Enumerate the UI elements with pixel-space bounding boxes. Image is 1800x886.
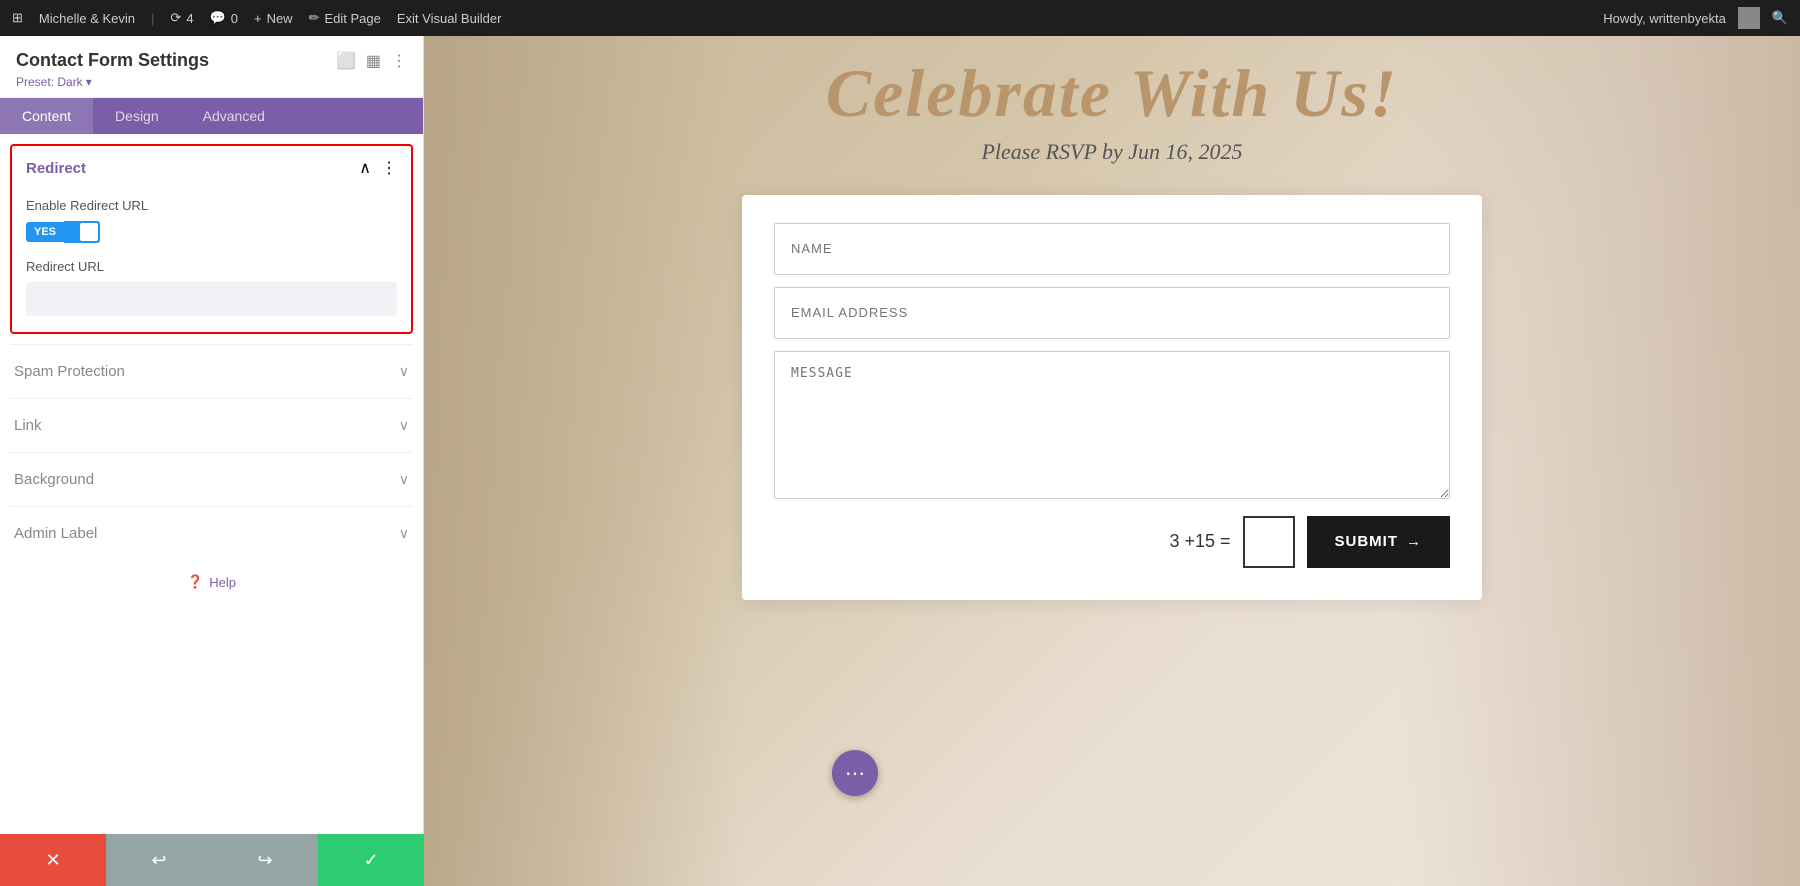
save-button[interactable]: ✓: [318, 834, 424, 886]
submit-arrow-icon: →: [1406, 533, 1422, 550]
enable-redirect-label: Enable Redirect URL: [26, 198, 397, 213]
revisions-count: 4: [186, 11, 193, 26]
help-section[interactable]: ❓ Help: [0, 560, 423, 604]
cancel-icon: ✕: [45, 850, 60, 871]
enable-redirect-toggle[interactable]: YES: [26, 221, 397, 243]
admin-label-title: Admin Label: [14, 525, 97, 542]
top-bar: ⊞ Michelle & Kevin | ⟳ 4 💬 0 + New ✏ Edi…: [0, 0, 1800, 36]
wp-icon[interactable]: ⊞: [12, 10, 23, 26]
preset-selector[interactable]: Preset: Dark ▾: [16, 75, 407, 89]
tab-content[interactable]: Content: [0, 98, 93, 134]
hero-subtitle: Please RSVP by Jun 16, 2025: [981, 139, 1242, 165]
page-preview: Celebrate With Us! Please RSVP by Jun 16…: [424, 36, 1800, 886]
comments-count: 0: [231, 11, 238, 26]
plus-icon: +: [254, 11, 262, 26]
redirect-url-label: Redirect URL: [26, 259, 397, 274]
revisions-item[interactable]: ⟳ 4: [170, 10, 193, 26]
background-title: Background: [14, 471, 94, 488]
help-circle-icon: ❓: [187, 574, 203, 590]
redirect-more-icon[interactable]: ⋮: [381, 158, 397, 178]
submit-button[interactable]: SUBMIT →: [1307, 516, 1451, 568]
message-field[interactable]: [774, 351, 1450, 499]
new-item[interactable]: + New: [254, 11, 293, 26]
comments-icon: 💬: [210, 10, 226, 26]
search-icon[interactable]: 🔍: [1772, 10, 1788, 26]
tab-design[interactable]: Design: [93, 98, 181, 134]
panel-content: Redirect ∧ ⋮ Enable Redirect URL YES Red…: [0, 134, 423, 886]
floating-action-button[interactable]: ⋯: [832, 750, 878, 796]
link-header[interactable]: Link ∨: [10, 399, 413, 452]
window-mode-icon[interactable]: ⬜: [336, 51, 356, 71]
spam-protection-title: Spam Protection: [14, 363, 125, 380]
site-name[interactable]: Michelle & Kevin: [39, 11, 135, 26]
comments-item[interactable]: 💬 0: [210, 10, 238, 26]
redo-icon: ↪: [257, 850, 272, 871]
submit-label: SUBMIT: [1335, 533, 1399, 550]
tab-advanced[interactable]: Advanced: [181, 98, 287, 134]
fab-icon: ⋯: [845, 761, 865, 786]
toggle-switch[interactable]: [64, 221, 100, 243]
admin-label-header[interactable]: Admin Label ∨: [10, 507, 413, 560]
preset-label: Preset: Dark: [16, 75, 83, 89]
redo-button[interactable]: ↪: [212, 834, 318, 886]
hero-title: Celebrate With Us!: [826, 56, 1399, 131]
redirect-section-header: Redirect ∧ ⋮: [12, 146, 411, 190]
redirect-collapse-icon[interactable]: ∧: [359, 158, 371, 178]
new-label: New: [267, 11, 293, 26]
edit-page-item[interactable]: ✏ Edit Page: [309, 10, 381, 26]
revisions-icon: ⟳: [170, 10, 181, 26]
left-panel: Contact Form Settings ⬜ ▦ ⋮ Preset: Dark…: [0, 36, 424, 886]
form-bottom-row: 3 +15 = SUBMIT →: [774, 516, 1450, 568]
chevron-down-icon: ▾: [86, 75, 92, 89]
link-chevron-icon: ∨: [399, 417, 409, 434]
background-header[interactable]: Background ∨: [10, 453, 413, 506]
undo-button[interactable]: ↩: [106, 834, 212, 886]
undo-icon: ↩: [151, 850, 166, 871]
exit-builder-label: Exit Visual Builder: [397, 11, 502, 26]
email-field[interactable]: [774, 287, 1450, 339]
layout-icon[interactable]: ▦: [366, 51, 381, 71]
captcha-answer-box[interactable]: [1243, 516, 1295, 568]
page-content-overlay: Celebrate With Us! Please RSVP by Jun 16…: [424, 36, 1800, 886]
howdy-text: Howdy, writtenbyekta: [1603, 11, 1726, 26]
section-redirect: Redirect ∧ ⋮ Enable Redirect URL YES Red…: [10, 144, 413, 334]
redirect-url-input[interactable]: [26, 282, 397, 316]
more-options-icon[interactable]: ⋮: [391, 51, 407, 71]
help-label: Help: [209, 575, 236, 590]
edit-page-label: Edit Page: [324, 11, 380, 26]
background-chevron-icon: ∨: [399, 471, 409, 488]
panel-tabs: Content Design Advanced: [0, 98, 423, 134]
redirect-title: Redirect: [26, 160, 86, 177]
admin-label-chevron-icon: ∨: [399, 525, 409, 542]
cancel-button[interactable]: ✕: [0, 834, 106, 886]
avatar: [1738, 7, 1760, 29]
link-title: Link: [14, 417, 42, 434]
section-background: Background ∨: [10, 452, 413, 506]
save-icon: ✓: [363, 850, 378, 871]
toggle-yes-label: YES: [26, 222, 64, 242]
pencil-icon: ✏: [309, 10, 320, 26]
panel-header: Contact Form Settings ⬜ ▦ ⋮ Preset: Dark…: [0, 36, 423, 98]
toggle-knob: [80, 223, 98, 241]
panel-title: Contact Form Settings: [16, 50, 209, 71]
section-spam-protection: Spam Protection ∨: [10, 344, 413, 398]
captcha-text: 3 +15 =: [1169, 531, 1230, 552]
section-link: Link ∨: [10, 398, 413, 452]
main-area: Contact Form Settings ⬜ ▦ ⋮ Preset: Dark…: [0, 36, 1800, 886]
contact-form-card: 3 +15 = SUBMIT →: [742, 195, 1482, 600]
spam-protection-header[interactable]: Spam Protection ∨: [10, 345, 413, 398]
bottom-action-bar: ✕ ↩ ↪ ✓: [0, 834, 424, 886]
redirect-section-body: Enable Redirect URL YES Redirect URL: [12, 190, 411, 332]
section-admin-label: Admin Label ∨: [10, 506, 413, 560]
name-field[interactable]: [774, 223, 1450, 275]
spam-protection-chevron-icon: ∨: [399, 363, 409, 380]
exit-builder-item[interactable]: Exit Visual Builder: [397, 11, 502, 26]
